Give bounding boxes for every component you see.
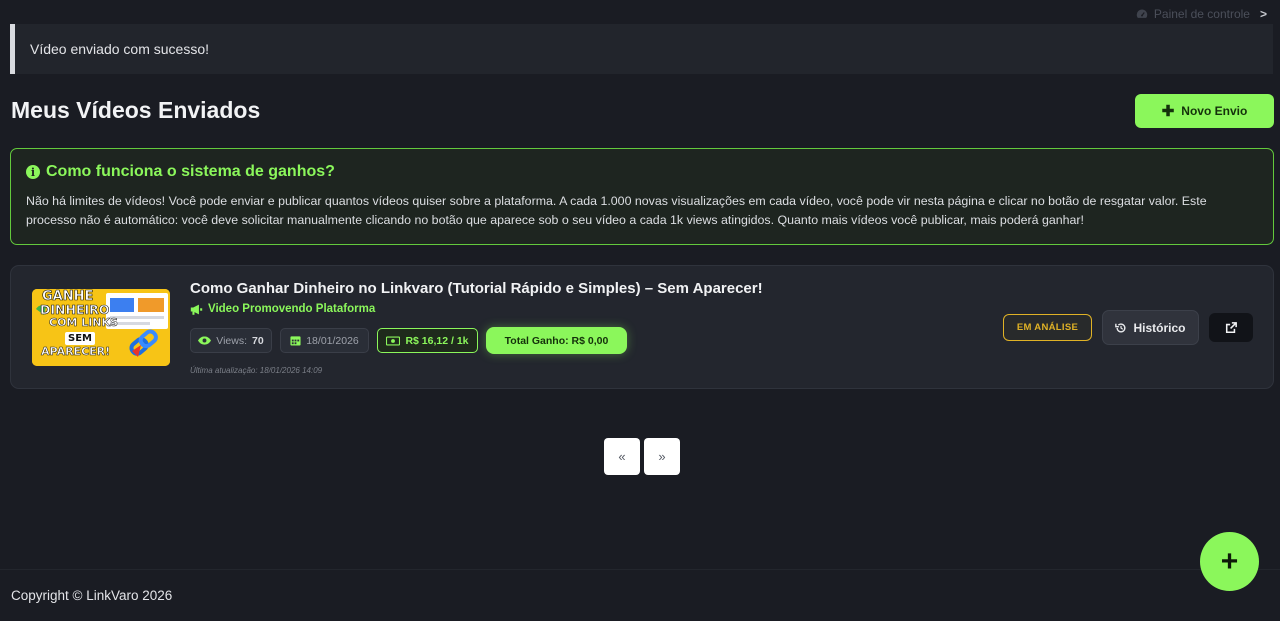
last-updated: Última atualização: 18/01/2026 14:09 <box>190 366 323 375</box>
breadcrumb-label[interactable]: Painel de controle <box>1154 7 1250 21</box>
plus-icon: ✚ <box>1161 103 1175 120</box>
thumbnail-text-4: SEM <box>65 332 95 345</box>
eye-icon <box>198 336 212 345</box>
history-button[interactable]: Histórico <box>1102 310 1199 345</box>
date-pill: 18/01/2026 <box>280 328 369 353</box>
video-title[interactable]: Como Ganhar Dinheiro no Linkvaro (Tutori… <box>190 280 763 297</box>
pagination-prev-button[interactable]: « <box>604 438 640 475</box>
success-alert: Vídeo enviado com sucesso! <box>10 24 1273 74</box>
info-text: Não há limites de vídeos! Você pode envi… <box>26 194 1207 227</box>
page-title: Meus Vídeos Enviados <box>11 97 261 123</box>
info-title-text: Como funciona o sistema de ganhos? <box>46 163 335 180</box>
new-upload-button[interactable]: ✚ Novo Envio <box>1135 94 1274 128</box>
footer-divider <box>0 569 1280 570</box>
floating-add-button[interactable]: + <box>1200 532 1259 591</box>
views-value: 70 <box>252 334 264 347</box>
plus-icon: + <box>1220 544 1239 578</box>
info-title: i Como funciona o sistema de ganhos? <box>26 163 1258 181</box>
upload-date: 18/01/2026 <box>306 334 359 347</box>
views-label: Views: <box>216 334 248 347</box>
history-label: Histórico <box>1133 320 1186 335</box>
thumbnail-text-5: APARECER! <box>41 345 111 359</box>
video-tag: Video Promovendo Plataforma <box>190 303 375 315</box>
dashboard-icon <box>1136 9 1148 18</box>
total-earned-value: Total Ganho: R$ 0,00 <box>504 334 609 347</box>
status-badge: EM ANÁLISE <box>1003 314 1092 341</box>
calendar-icon <box>290 336 301 346</box>
video-thumbnail[interactable]: GANHE DINHEIRO COM LINKS SEM APARECER! <box>32 289 170 366</box>
rate-value: R$ 16,12 / 1k <box>405 334 469 347</box>
thumbnail-text-3: COM LINKS <box>49 316 118 330</box>
video-tag-label: Video Promovendo Plataforma <box>208 303 376 315</box>
breadcrumb-separator: > <box>1259 7 1267 21</box>
alert-message: Vídeo enviado com sucesso! <box>30 41 209 57</box>
views-pill: Views: 70 <box>190 328 272 353</box>
earnings-info-box: i Como funciona o sistema de ganhos? Não… <box>10 148 1274 245</box>
new-upload-label: Novo Envio <box>1181 104 1248 118</box>
money-icon <box>386 335 401 346</box>
copyright: Copyright © LinkVaro 2026 <box>11 588 173 603</box>
total-earned-badge: Total Ganho: R$ 0,00 <box>486 327 627 354</box>
open-external-button[interactable] <box>1209 313 1253 342</box>
rate-pill: R$ 16,12 / 1k <box>377 328 478 353</box>
megaphone-icon <box>190 304 203 315</box>
info-icon: i <box>26 165 40 179</box>
external-link-icon <box>1225 321 1237 333</box>
thumbnail-text-2: DINHEIRO <box>40 302 110 317</box>
pagination-next-button[interactable]: » <box>644 438 680 475</box>
history-icon <box>1115 322 1126 332</box>
breadcrumb[interactable]: Painel de controle > <box>1136 7 1267 21</box>
video-card: GANHE DINHEIRO COM LINKS SEM APARECER! C… <box>10 265 1274 389</box>
pagination: « » <box>604 438 680 475</box>
